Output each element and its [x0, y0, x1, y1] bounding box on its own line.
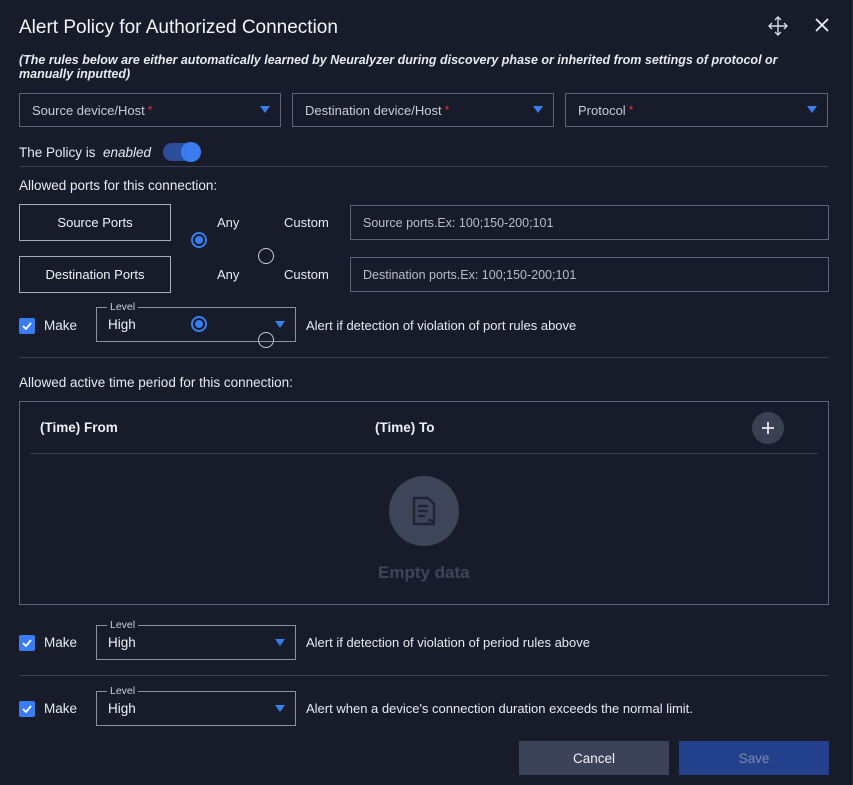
col-time-to: (Time) To	[375, 420, 435, 435]
close-icon[interactable]	[810, 13, 834, 37]
time-heading: Allowed active time period for this conn…	[19, 375, 293, 390]
period-alert-checkbox[interactable]	[19, 635, 35, 651]
add-time-button[interactable]	[752, 412, 784, 444]
destination-any-label: Any	[217, 267, 240, 282]
port-alert-text: Alert if detection of violation of port …	[306, 318, 577, 333]
divider	[19, 166, 829, 167]
chevron-down-icon	[807, 106, 817, 113]
cancel-button[interactable]: Cancel	[519, 741, 669, 775]
source-device-select[interactable]: Source device/Host *	[19, 93, 281, 127]
source-ports-input[interactable]: Source ports.Ex: 100;150-200;101	[350, 205, 829, 240]
chevron-down-icon	[260, 106, 270, 113]
protocol-select[interactable]: Protocol *	[565, 93, 828, 127]
policy-toggle[interactable]	[163, 142, 201, 162]
period-alert-text: Alert if detection of violation of perio…	[306, 635, 591, 650]
port-alert-checkbox[interactable]	[19, 318, 35, 334]
port-level-value: High	[108, 317, 136, 332]
destination-device-label: Destination device/Host	[305, 102, 442, 118]
col-time-from: (Time) From	[40, 420, 118, 435]
check-icon	[22, 322, 32, 330]
time-table: (Time) From (Time) To Empty data	[19, 401, 829, 605]
source-custom-label: Custom	[284, 215, 329, 230]
destination-ports-input[interactable]: Destination ports.Ex: 100;150-200;101	[350, 257, 829, 292]
alert-policy-dialog: Alert Policy for Authorized Connection (…	[0, 0, 853, 785]
required-mark: *	[444, 103, 450, 117]
move-icon[interactable]	[766, 14, 790, 38]
source-ports-button[interactable]: Source Ports	[19, 204, 171, 241]
period-level-value: High	[108, 635, 136, 650]
duration-level-value: High	[108, 701, 136, 716]
port-level-select[interactable]: Level High	[96, 300, 296, 342]
period-level-select[interactable]: Level High	[96, 618, 296, 660]
duration-alert-text: Alert when a device's connection duratio…	[306, 701, 693, 716]
dialog-subtitle: (The rules below are either automaticall…	[19, 53, 778, 81]
divider	[19, 675, 829, 676]
protocol-label: Protocol	[578, 102, 626, 118]
source-any-label: Any	[217, 215, 240, 230]
policy-label: The Policy is	[19, 145, 96, 160]
destination-custom-label: Custom	[284, 267, 329, 282]
dialog-title: Alert Policy for Authorized Connection	[19, 17, 338, 38]
duration-make-label: Make	[44, 701, 78, 716]
plus-icon	[762, 422, 774, 434]
source-device-label: Source device/Host	[32, 102, 145, 118]
chevron-down-icon	[275, 321, 285, 328]
check-icon	[22, 705, 32, 713]
duration-level-select[interactable]: Level High	[96, 684, 296, 726]
level-tag: Level	[107, 684, 139, 698]
duration-alert-checkbox[interactable]	[19, 701, 35, 717]
required-mark: *	[628, 103, 634, 117]
level-tag: Level	[107, 618, 139, 632]
save-button[interactable]: Save	[679, 741, 829, 775]
check-icon	[22, 639, 32, 647]
chevron-down-icon	[275, 705, 285, 712]
table-header-divider	[30, 453, 818, 454]
empty-data-icon	[389, 476, 459, 546]
period-make-label: Make	[44, 635, 78, 650]
divider	[19, 357, 829, 358]
level-tag: Level	[107, 300, 139, 314]
source-custom-radio[interactable]	[258, 248, 274, 264]
chevron-down-icon	[533, 106, 543, 113]
destination-ports-button[interactable]: Destination Ports	[19, 256, 171, 293]
ports-heading: Allowed ports for this connection:	[19, 178, 218, 193]
empty-data-text: Empty data	[378, 563, 470, 582]
chevron-down-icon	[275, 639, 285, 646]
policy-state: enabled	[103, 145, 152, 160]
port-make-label: Make	[44, 318, 78, 333]
source-any-radio[interactable]	[191, 232, 207, 248]
destination-device-select[interactable]: Destination device/Host *	[292, 93, 554, 127]
required-mark: *	[147, 103, 153, 117]
